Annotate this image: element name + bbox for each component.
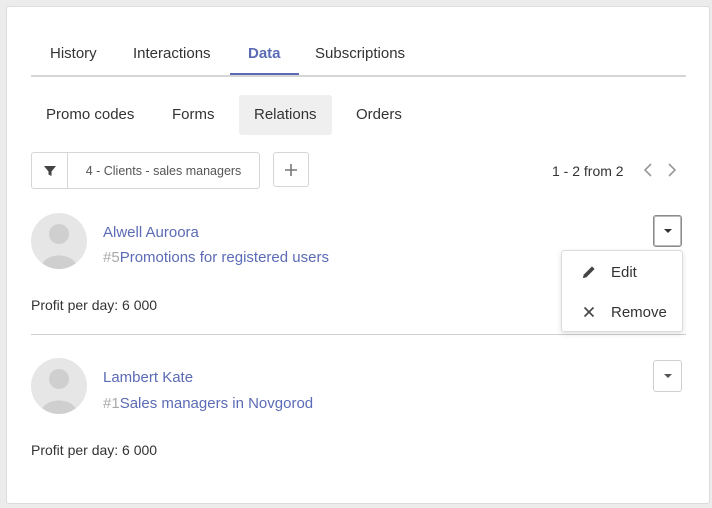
item-actions-menu: Edit Remove <box>561 250 683 332</box>
avatar <box>31 213 87 269</box>
contact-name[interactable]: Lambert Kate <box>103 369 193 386</box>
tab-subscriptions[interactable]: Subscriptions <box>315 45 405 62</box>
caret-down-icon <box>663 374 672 378</box>
contact-name[interactable]: Alwell Auroora <box>103 224 199 241</box>
plus-icon <box>285 163 297 176</box>
close-icon <box>581 304 597 320</box>
relations-card: History Interactions Data Subscriptions … <box>6 6 710 504</box>
pencil-icon <box>581 264 597 280</box>
tab-history[interactable]: History <box>50 45 97 62</box>
filter-icon[interactable] <box>32 153 68 188</box>
segment-filter[interactable]: 4 - Clients - sales managers <box>31 152 260 189</box>
relation-number: #5 <box>103 249 120 266</box>
menu-item-label: Edit <box>611 263 637 281</box>
menu-item-label: Remove <box>611 303 667 321</box>
subtab-relations[interactable]: Relations <box>239 95 332 135</box>
menu-item-edit[interactable]: Edit <box>562 255 682 289</box>
relation-title[interactable]: Promotions for registered users <box>120 249 329 266</box>
profit-per-day: Profit per day: 6 000 <box>31 442 158 458</box>
subtab-orders[interactable]: Orders <box>341 95 417 135</box>
subtab-forms[interactable]: Forms <box>157 95 230 135</box>
filter-value: 4 - Clients - sales managers <box>85 163 242 178</box>
pager-text: 1 - 2 from 2 <box>552 163 624 179</box>
divider <box>31 334 686 335</box>
tab-interactions[interactable]: Interactions <box>133 45 211 62</box>
chevron-right-icon[interactable] <box>664 160 680 180</box>
add-relation-button[interactable] <box>273 152 309 187</box>
item-actions-dropdown-button[interactable] <box>653 215 682 247</box>
main-tabs: History Interactions Data Subscriptions <box>31 37 686 77</box>
caret-down-icon <box>663 229 672 233</box>
relation-number: #1 <box>103 395 120 412</box>
subtab-promo-codes[interactable]: Promo codes <box>31 95 149 135</box>
relation-line: #5Promotions for registered users <box>103 249 329 266</box>
relation-line: #1Sales managers in Novgorod <box>103 395 313 412</box>
chevron-left-icon[interactable] <box>640 160 656 180</box>
avatar <box>31 358 87 414</box>
menu-item-remove[interactable]: Remove <box>562 295 682 329</box>
profit-per-day: Profit per day: 6 000 <box>31 297 158 313</box>
tab-data[interactable]: Data <box>230 45 298 75</box>
item-actions-dropdown-button[interactable] <box>653 360 682 392</box>
relation-title[interactable]: Sales managers in Novgorod <box>120 395 313 412</box>
